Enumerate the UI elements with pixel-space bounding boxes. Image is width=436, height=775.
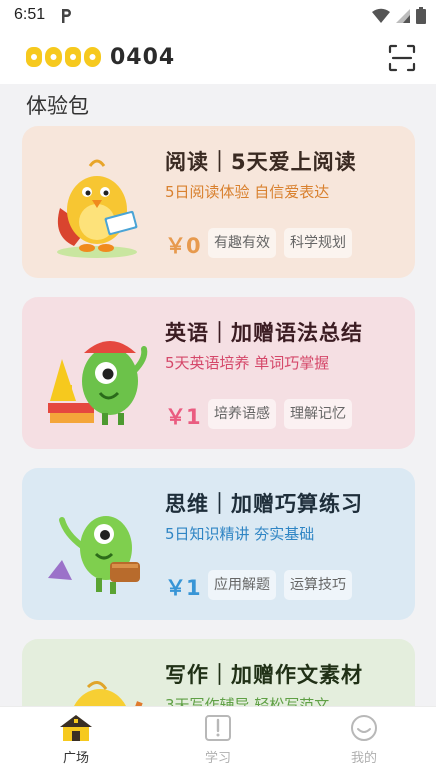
- card-title: 英语｜加赠语法总结: [165, 321, 363, 345]
- logo-blocks-icon: [26, 47, 101, 67]
- nav-tab-square[interactable]: 广场: [36, 713, 116, 773]
- card-title: 阅读｜5天爱上阅读: [165, 150, 357, 174]
- status-bar: 6:51: [0, 0, 436, 32]
- status-time: 6:51: [14, 6, 46, 23]
- card-tag: 有趣有效: [208, 228, 276, 258]
- status-icons: [372, 7, 426, 24]
- monster-mascot-icon: [48, 341, 148, 425]
- card-price: ￥0: [165, 234, 201, 258]
- card-tag: 科学规划: [284, 228, 352, 258]
- chick-mascot-icon: [74, 681, 143, 706]
- wifi-icon: [372, 8, 390, 23]
- smile-icon: [351, 715, 377, 741]
- parking-icon: [62, 9, 71, 23]
- section-title: 体验包: [26, 94, 89, 118]
- course-card-reading[interactable]: 阅读｜5天爱上阅读 5日阅读体验 自信爱表达 ￥0 有趣有效 科学规划: [22, 126, 415, 278]
- bird-mascot-icon: [57, 159, 138, 258]
- card-subtitle: 5日阅读体验 自信爱表达: [165, 183, 330, 201]
- course-card-thinking[interactable]: 思维｜加赠巧算练习 5日知识精讲 夯实基础 ￥1 应用解题 运算技巧: [22, 468, 415, 620]
- battery-icon: [416, 7, 426, 24]
- nav-label: 学习: [204, 751, 231, 766]
- card-subtitle: 5天英语培养 单词巧掌握: [165, 354, 330, 372]
- logo-text: 0404: [110, 44, 176, 70]
- course-card-english[interactable]: 英语｜加赠语法总结 5天英语培养 单词巧掌握 ￥1 培养语感 理解记忆: [22, 297, 415, 449]
- app-logo: 0404: [26, 42, 175, 72]
- card-title: 写作｜加赠作文素材: [165, 663, 363, 687]
- card-title: 思维｜加赠巧算练习: [165, 492, 363, 516]
- content-area[interactable]: 体验包 阅读｜5天爱上阅读 5日阅读体验 自信爱表达 ￥0 有趣有效 科学规划 …: [0, 84, 436, 706]
- card-subtitle: 3天写作辅导 轻松写范文: [165, 696, 330, 706]
- app-header: 0404: [0, 32, 436, 84]
- card-subtitle: 5日知识精讲 夯实基础: [165, 525, 315, 543]
- scan-icon[interactable]: [388, 44, 416, 72]
- app-screen: 6:51 0404 体验包 阅读｜5天爱上阅读 5日阅读体验 自信爱表达 ￥0 …: [0, 0, 436, 775]
- card-tag: 理解记忆: [284, 399, 352, 429]
- bottom-nav: 广场 学习 我的: [0, 706, 436, 775]
- nav-tab-me[interactable]: 我的: [324, 713, 404, 773]
- book-icon: [205, 715, 231, 741]
- nav-label: 我的: [350, 751, 377, 766]
- alien-mascot-icon: [48, 516, 140, 594]
- school-icon: [60, 715, 92, 741]
- card-tag: 应用解题: [208, 570, 276, 600]
- signal-icon: [396, 8, 410, 23]
- course-card-writing[interactable]: 写作｜加赠作文素材 3天写作辅导 轻松写范文: [22, 639, 415, 706]
- nav-label: 广场: [62, 751, 89, 766]
- card-tag: 运算技巧: [284, 570, 352, 600]
- card-price: ￥1: [165, 405, 201, 429]
- nav-tab-study[interactable]: 学习: [178, 713, 258, 773]
- card-tag: 培养语感: [208, 399, 276, 429]
- card-price: ￥1: [165, 576, 201, 600]
